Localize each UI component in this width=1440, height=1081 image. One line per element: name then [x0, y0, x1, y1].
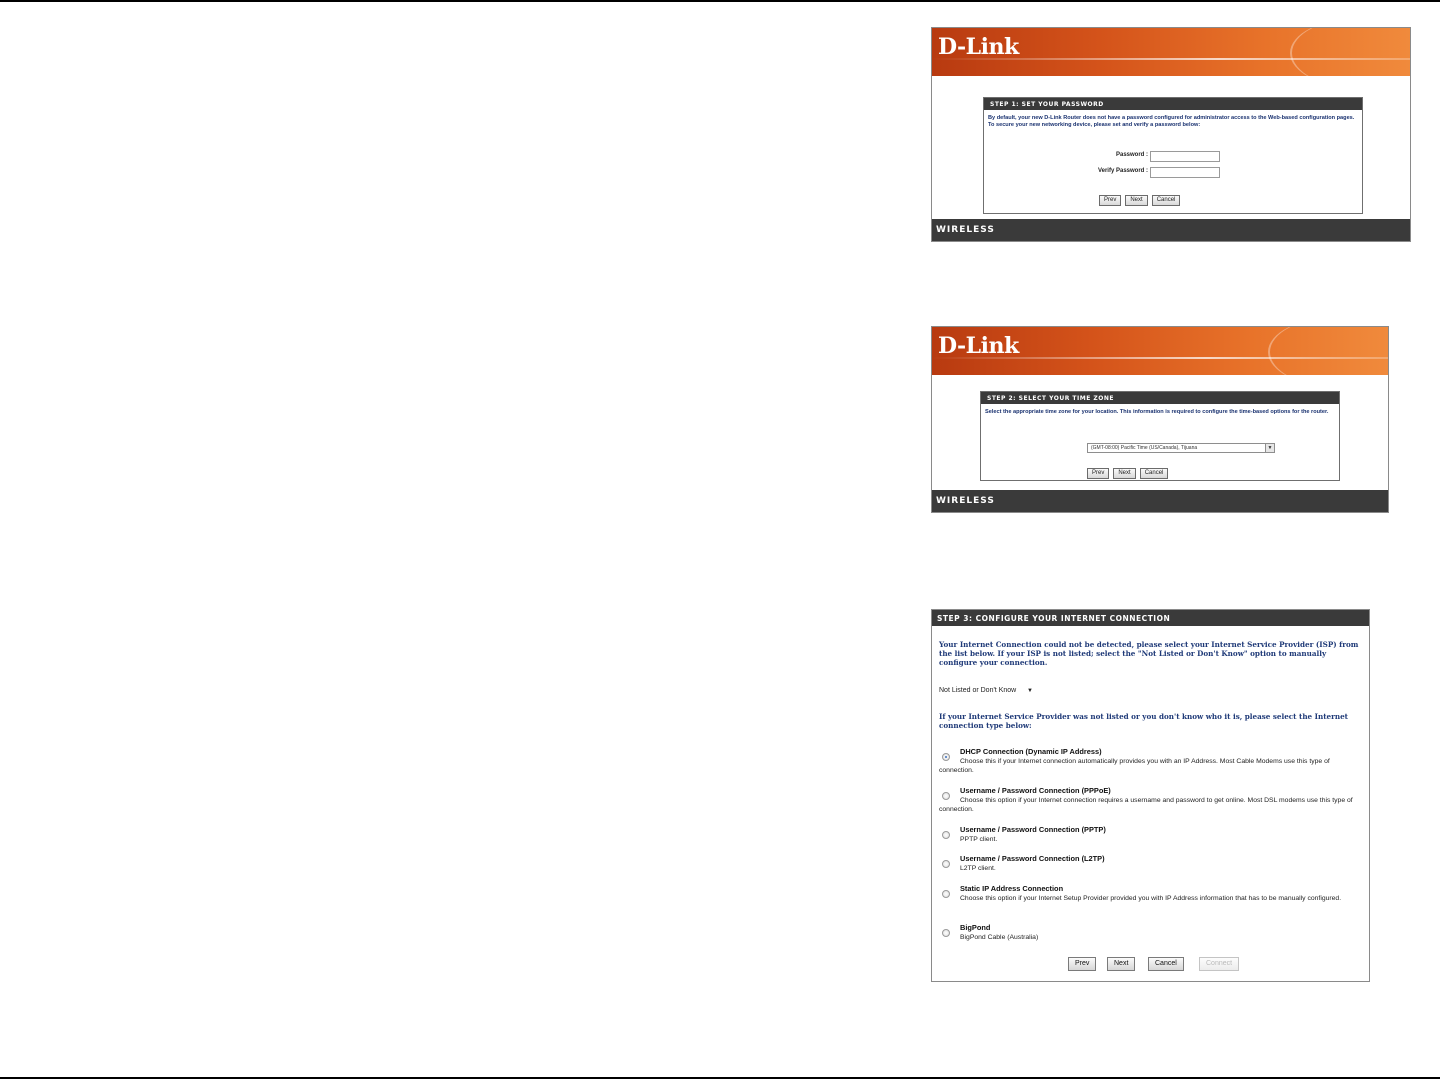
- step3-internet-connection-screenshot: STEP 3: CONFIGURE YOUR INTERNET CONNECTI…: [931, 609, 1370, 982]
- next-button[interactable]: Next: [1107, 957, 1136, 971]
- step3-heading: STEP 3: CONFIGURE YOUR INTERNET CONNECTI…: [932, 610, 1369, 626]
- step2-timezone-screenshot: D-Link STEP 2: SELECT YOUR TIME ZONE Sel…: [931, 326, 1389, 513]
- chevron-down-icon[interactable]: ▼: [1265, 444, 1274, 452]
- step2-description: Select the appropriate time zone for you…: [985, 409, 1329, 415]
- wireless-footer: WIRELESS: [932, 490, 1388, 512]
- prev-button[interactable]: Prev: [1068, 957, 1097, 971]
- next-button[interactable]: Next: [1125, 195, 1148, 206]
- option-description: BigPond Cable (Australia): [960, 934, 1039, 941]
- cancel-button[interactable]: Cancel: [1148, 957, 1184, 971]
- step1-password-screenshot: D-Link STEP 1: SET YOUR PASSWORD By defa…: [931, 27, 1411, 242]
- step1-panel: STEP 1: SET YOUR PASSWORD By default, yo…: [983, 97, 1363, 214]
- cancel-button[interactable]: Cancel: [1151, 195, 1181, 206]
- verify-password-label: Verify Password :: [1097, 168, 1148, 174]
- verify-password-row: Verify Password :: [984, 167, 1362, 178]
- step1-button-row: Prev Next Cancel: [1099, 186, 1184, 206]
- dlink-banner: D-Link: [932, 28, 1410, 76]
- prev-button[interactable]: Prev: [1087, 468, 1110, 479]
- password-row: Password :: [984, 151, 1362, 162]
- step1-heading: STEP 1: SET YOUR PASSWORD: [984, 98, 1362, 110]
- wireless-footer: WIRELESS: [932, 219, 1410, 241]
- next-button[interactable]: Next: [1113, 468, 1136, 479]
- dlink-logo: D-Link: [938, 34, 1019, 60]
- option-description: Choose this option if your Internet Setu…: [960, 895, 1342, 902]
- prev-button[interactable]: Prev: [1099, 195, 1122, 206]
- step2-button-row: Prev Next Cancel: [1087, 459, 1172, 479]
- password-input[interactable]: [1150, 151, 1220, 162]
- timezone-select[interactable]: (GMT-08:00) Pacific Time (US/Canada), Ti…: [1087, 443, 1275, 453]
- option-description: L2TP client.: [960, 865, 996, 872]
- connect-button: Connect: [1199, 957, 1240, 971]
- option-title: Username / Password Connection (L2TP): [960, 854, 1105, 863]
- bottom-page-rule: [0, 1077, 1440, 1079]
- option-title: DHCP Connection (Dynamic IP Address): [960, 747, 1102, 756]
- option-description: PPTP client.: [960, 836, 998, 843]
- option-description: Choose this if your Internet connection …: [939, 758, 1330, 774]
- chevron-down-icon[interactable]: ▼: [1027, 685, 1033, 697]
- dlink-banner: D-Link: [932, 327, 1388, 375]
- option-description: Choose this option if your Internet conn…: [939, 797, 1353, 813]
- cancel-button[interactable]: Cancel: [1139, 468, 1169, 479]
- option-title: Username / Password Connection (PPPoE): [960, 786, 1111, 795]
- step3-instruction: If your Internet Service Provider was no…: [939, 712, 1348, 730]
- option-title: BigPond: [960, 923, 991, 932]
- step1-description: By default, your new D-Link Router does …: [988, 115, 1355, 128]
- option-title: Static IP Address Connection: [960, 884, 1064, 893]
- top-page-rule: [0, 0, 1440, 2]
- timezone-value: (GMT-08:00) Pacific Time (US/Canada), Ti…: [1091, 445, 1198, 451]
- password-label: Password :: [1115, 152, 1148, 158]
- step2-panel: STEP 2: SELECT YOUR TIME ZONE Select the…: [980, 391, 1340, 481]
- verify-password-input[interactable]: [1150, 167, 1220, 178]
- isp-select[interactable]: Not Listed or Don't Know ▼: [939, 685, 1037, 697]
- dlink-logo: D-Link: [938, 333, 1019, 359]
- step2-heading: STEP 2: SELECT YOUR TIME ZONE: [981, 392, 1339, 404]
- step3-intro: Your Internet Connection could not be de…: [939, 640, 1359, 667]
- isp-select-value: Not Listed or Don't Know: [939, 687, 1017, 694]
- option-title: Username / Password Connection (PPTP): [960, 825, 1106, 834]
